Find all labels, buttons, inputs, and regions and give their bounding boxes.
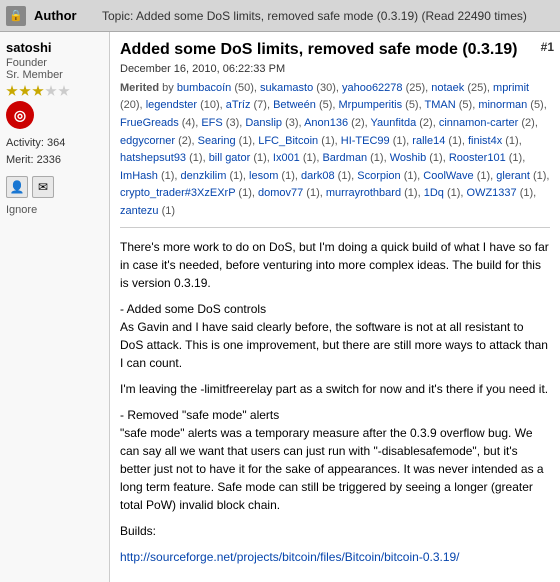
activity-value: 364	[47, 137, 65, 149]
username: satoshi	[6, 40, 103, 55]
merit-user-atriz[interactable]: aTríz	[226, 99, 251, 111]
merit-user-ralle14[interactable]: ralle14	[412, 135, 445, 147]
merit-user-coolwave[interactable]: CoolWave	[423, 170, 473, 182]
star-5	[58, 85, 70, 97]
merit-user-yahoo62278[interactable]: yahoo62278	[342, 82, 403, 94]
post-title: Added some DoS limits, removed safe mode…	[120, 40, 550, 61]
merit-user-lesom[interactable]: lesom	[249, 170, 278, 182]
builds-link[interactable]: http://sourceforge.net/projects/bitcoin/…	[120, 550, 460, 564]
merit-user-yaunfitda[interactable]: Yaunfitda	[371, 117, 417, 129]
merit-user-lfc-bitcoin[interactable]: LFC_Bitcoin	[258, 135, 318, 147]
post-date: December 16, 2010, 06:22:33 PM	[120, 63, 550, 75]
post-panel: #1 Added some DoS limits, removed safe m…	[110, 32, 560, 582]
merit-label: Merit:	[6, 154, 34, 166]
post-paragraph-3: I'm leaving the -limitfreerelay part as …	[120, 380, 550, 398]
merit-user-tman[interactable]: TMAN	[425, 99, 456, 111]
merit-user-danslip[interactable]: Danslip	[245, 117, 282, 129]
post-divider	[120, 227, 550, 228]
merit-user-cinnamon-carter[interactable]: cinnamon-carter	[439, 117, 518, 129]
main-content: satoshi Founder Sr. Member ◎ Activity: 3…	[0, 32, 560, 582]
merit-user-murrayrothbard[interactable]: murrayrothbard	[326, 187, 401, 199]
user-rank-member: Sr. Member	[6, 69, 103, 81]
merit-user-sukamasto[interactable]: sukamasto	[260, 82, 313, 94]
merit-user-bardman[interactable]: Bardman	[322, 152, 367, 164]
merit-user-mrpumperitis[interactable]: Mrpumperitis	[339, 99, 403, 111]
merit-user-domov77[interactable]: domov77	[258, 187, 303, 199]
merit-user-woshib[interactable]: Woshib	[390, 152, 426, 164]
merit-user-scorpion[interactable]: Scorpion	[357, 170, 400, 182]
merit-user-notaek[interactable]: notaek	[431, 82, 464, 94]
merit-user-crypto-trader[interactable]: crypto_trader#3XzEXrP	[120, 187, 235, 199]
header-author-label: Author	[34, 8, 94, 23]
merit-user-1dq[interactable]: 1Dq	[424, 187, 444, 199]
star-2	[19, 85, 31, 97]
merit-user-fruegreads[interactable]: FrueGreads	[120, 117, 179, 129]
header-topic: Topic: Added some DoS limits, removed sa…	[102, 9, 527, 23]
merit-user-bumbacoín[interactable]: bumbacoín	[177, 82, 231, 94]
merit-user-finist4x[interactable]: finist4x	[468, 135, 502, 147]
merit-user-hatshepsut93[interactable]: hatshepsut93	[120, 152, 186, 164]
post-paragraph-builds-label: Builds:	[120, 522, 550, 540]
star-1	[6, 85, 18, 97]
merit-user-searing[interactable]: Searing	[198, 135, 236, 147]
merited-line: Merited by bumbacoín (50), sukamasto (30…	[120, 80, 550, 221]
merit-user-bill-gator[interactable]: bill gator	[209, 152, 251, 164]
merit-user-imhash[interactable]: ImHash	[120, 170, 158, 182]
merit-user-minorman[interactable]: minorman	[478, 99, 527, 111]
merit-value: 2336	[37, 154, 61, 166]
ignore-label[interactable]: Ignore	[6, 204, 103, 216]
merit-user-zantezu[interactable]: zantezu	[120, 205, 159, 217]
star-3	[32, 85, 44, 97]
header-bar: 🔒 Author Topic: Added some DoS limits, r…	[0, 0, 560, 32]
merit-user-edgycorner[interactable]: edgycorner	[120, 135, 175, 147]
profile-icon-btn[interactable]: 👤	[6, 176, 28, 198]
merit-user-denzkilim[interactable]: denzkilim	[181, 170, 227, 182]
merit-user-dark08[interactable]: dark08	[301, 170, 335, 182]
merit-user-ix001[interactable]: Ix001	[273, 152, 300, 164]
message-icon-btn[interactable]: ✉	[32, 176, 54, 198]
merit-user-between[interactable]: Betweén	[273, 99, 316, 111]
avatar: ◎	[6, 101, 34, 129]
activity-label: Activity:	[6, 137, 44, 149]
post-number: #1	[541, 40, 554, 54]
post-paragraph-1: There's more work to do on DoS, but I'm …	[120, 238, 550, 292]
merit-user-legendster[interactable]: legendster	[146, 99, 197, 111]
merit-user-efs[interactable]: EFS	[201, 117, 222, 129]
user-panel: satoshi Founder Sr. Member ◎ Activity: 3…	[0, 32, 110, 582]
merit-user-hi-tec99[interactable]: HI-TEC99	[341, 135, 390, 147]
merit-user-rooster101[interactable]: Rooster101	[449, 152, 506, 164]
merit-user-glerant[interactable]: glerant	[496, 170, 530, 182]
merit-user-owz1337[interactable]: OWZ1337	[467, 187, 517, 199]
merited-users: bumbacoín (50), sukamasto (30), yahoo622…	[120, 82, 549, 217]
user-stars	[6, 85, 103, 97]
user-action-icons: 👤 ✉	[6, 176, 103, 198]
merit-user-mprimit[interactable]: mprimit	[493, 82, 529, 94]
merit-user-anon136[interactable]: Anon136	[304, 117, 348, 129]
star-4	[45, 85, 57, 97]
post-paragraph-4: - Removed "safe mode" alerts "safe mode"…	[120, 406, 550, 514]
post-paragraph-builds-link: http://sourceforge.net/projects/bitcoin/…	[120, 548, 550, 566]
post-body: There's more work to do on DoS, but I'm …	[120, 238, 550, 566]
post-paragraph-2: - Added some DoS controls As Gavin and I…	[120, 300, 550, 372]
user-stats: Activity: 364 Merit: 2336	[6, 135, 103, 168]
lock-icon: 🔒	[6, 6, 26, 26]
user-rank-founder: Founder	[6, 57, 103, 69]
